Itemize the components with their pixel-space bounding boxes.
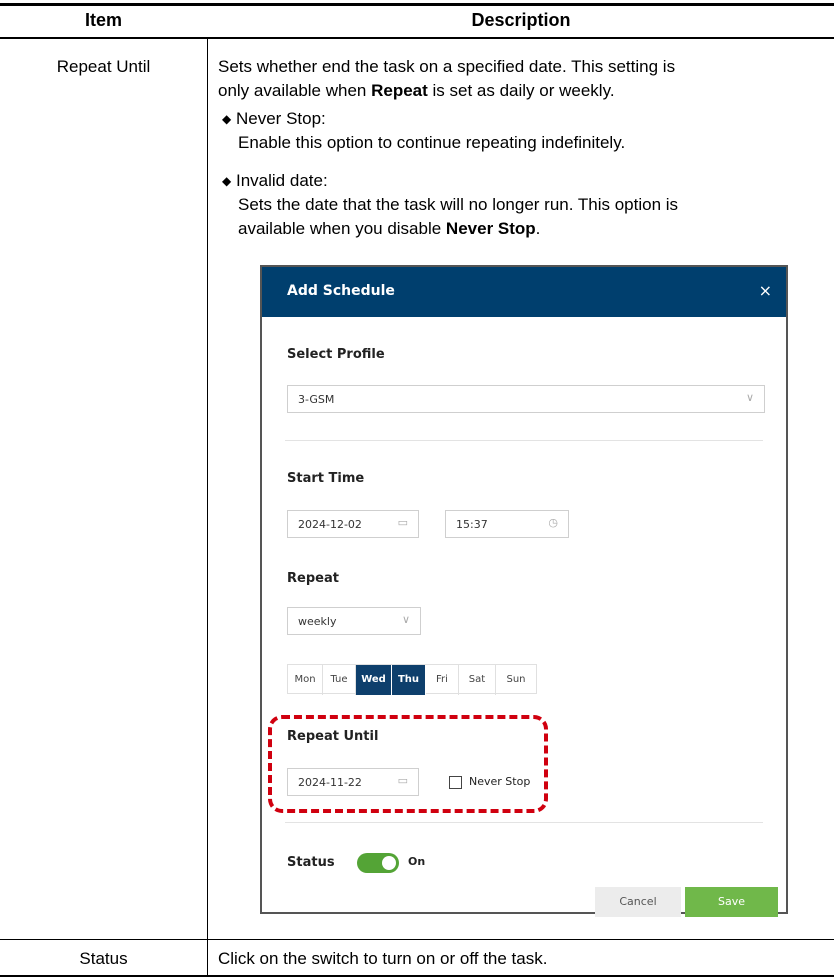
divider: [285, 440, 763, 441]
day-tue[interactable]: Tue: [323, 665, 356, 695]
add-schedule-dialog: Add Schedule × Select Profile 3-GSM ∨ St…: [260, 265, 788, 917]
repeat-until-date-input[interactable]: 2024-11-22 ▭: [287, 768, 419, 796]
divider: [285, 822, 763, 823]
profile-value: 3-GSM: [298, 393, 335, 406]
repeat-until-label: Repeat Until: [287, 729, 379, 744]
chevron-down-icon: ∨: [745, 391, 754, 404]
dialog-title: Add Schedule: [287, 283, 395, 299]
never-stop-checkbox[interactable]: [449, 776, 462, 789]
desc-text: is set as daily or weekly.: [427, 81, 615, 100]
bullet-never-stop: ◆ Never Stop: Enable this option to cont…: [218, 107, 818, 157]
status-label: Status: [287, 855, 335, 870]
day-thu[interactable]: Thu: [392, 665, 426, 695]
start-time-label: Start Time: [287, 471, 365, 486]
bullet-head: Invalid date:: [236, 171, 328, 190]
header-bottom-rule: [0, 37, 834, 39]
start-date-input[interactable]: 2024-12-02 ▭: [287, 510, 419, 538]
never-stop-label: Never Stop: [469, 775, 531, 788]
weekday-selector: Mon Tue Wed Thu Fri Sat Sun: [287, 664, 537, 695]
select-profile-label: Select Profile: [287, 347, 385, 362]
day-fri[interactable]: Fri: [426, 665, 459, 695]
bullet-body-text: .: [535, 219, 541, 238]
header-item: Item: [84, 10, 122, 30]
desc-line: Sets whether end the task on a specified…: [218, 57, 676, 76]
row-description: Sets whether end the task on a specified…: [218, 55, 818, 103]
calendar-icon: ▭: [397, 516, 408, 529]
profile-select[interactable]: 3-GSM ∨: [287, 385, 765, 413]
diamond-bullet-icon: ◆: [222, 112, 232, 126]
bullet-body-bold: Never Stop: [445, 219, 536, 238]
row-item-repeat-until: Repeat Until: [56, 57, 151, 76]
start-time-value: 15:37: [456, 518, 488, 531]
bullet-invalid-date: ◆ Invalid date: Sets the date that the t…: [218, 169, 818, 243]
save-button[interactable]: Save: [685, 887, 778, 917]
desc-line: only available when Repeat is set as dai…: [218, 79, 818, 103]
dialog-header: Add Schedule ×: [262, 267, 786, 317]
repeat-select[interactable]: weekly ∨: [287, 607, 421, 635]
bullet-body-text: available when you disable: [238, 219, 446, 238]
bullet-head: Never Stop:: [236, 109, 326, 128]
bullet-body-line: Sets the date that the task will no long…: [238, 195, 679, 214]
chevron-down-icon: ∨: [401, 613, 410, 626]
repeat-label: Repeat: [287, 571, 339, 586]
clock-icon: ◷: [548, 516, 558, 529]
row-divider: [0, 939, 834, 940]
start-date-value: 2024-12-02: [298, 518, 362, 531]
day-wed[interactable]: Wed: [356, 665, 392, 695]
status-toggle[interactable]: [357, 853, 399, 873]
repeat-value: weekly: [298, 615, 337, 628]
desc-text: only available when: [218, 81, 372, 100]
status-value: On: [408, 855, 426, 868]
row-description-status: Click on the switch to turn on or off th…: [218, 949, 548, 968]
calendar-icon: ▭: [397, 774, 408, 787]
cancel-button[interactable]: Cancel: [595, 887, 681, 917]
bullet-body: Sets the date that the task will no long…: [238, 193, 818, 241]
day-mon[interactable]: Mon: [288, 665, 323, 695]
start-time-input[interactable]: 15:37 ◷: [445, 510, 569, 538]
toggle-knob: [382, 856, 396, 870]
table-top-rule: [0, 3, 834, 6]
row-item-status: Status: [79, 949, 128, 968]
day-sun[interactable]: Sun: [496, 665, 536, 695]
day-sat[interactable]: Sat: [459, 665, 496, 695]
header-description: Description: [471, 10, 571, 30]
desc-bold: Repeat: [371, 81, 428, 100]
column-divider: [207, 38, 208, 977]
table-bottom-rule: [0, 975, 834, 977]
diamond-bullet-icon: ◆: [222, 174, 232, 188]
bullet-body: Enable this option to continue repeating…: [238, 133, 626, 152]
close-icon[interactable]: ×: [759, 281, 772, 300]
repeat-until-value: 2024-11-22: [298, 776, 362, 789]
